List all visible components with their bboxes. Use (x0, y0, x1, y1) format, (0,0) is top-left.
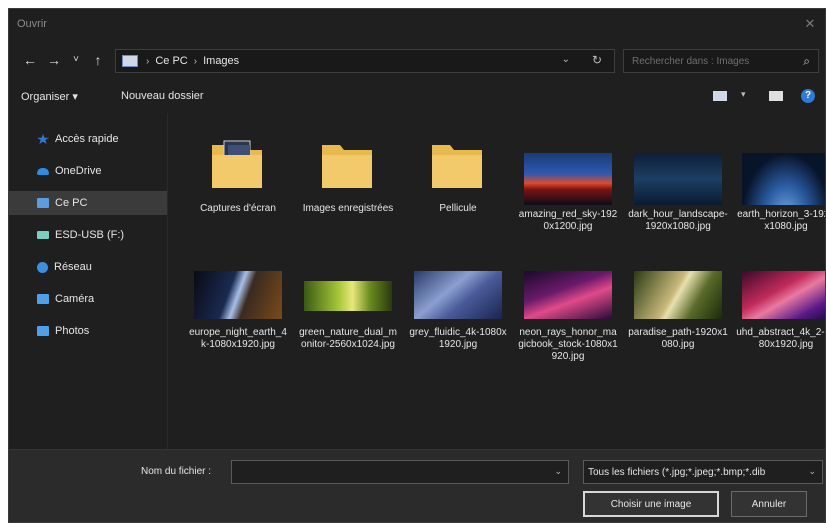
title-bar: Ouvrir ✕ (9, 9, 825, 39)
sidebar-item-camera[interactable]: Caméra (9, 287, 167, 311)
sidebar-item-label: Photos (55, 325, 90, 337)
file-type-dropdown-icon[interactable]: ⌄ (808, 466, 816, 477)
address-dropdown-icon[interactable]: ⌄ (562, 54, 570, 65)
image-thumbnail (524, 271, 612, 319)
back-arrow-icon[interactable]: ← (21, 51, 39, 69)
file-item-dark-hour-landscape[interactable]: dark_hour_landscape-1920x1080.jpg (628, 143, 728, 251)
file-item-grey-fluidic[interactable]: grey_fluidic_4k-1080x1920.jpg (408, 265, 508, 373)
search-box[interactable]: ⌕ (623, 49, 819, 73)
filename-input[interactable] (232, 461, 532, 483)
sidebar-item-acces-rapide[interactable]: Accès rapide (9, 127, 167, 151)
file-item-label: Captures d'écran (200, 203, 276, 214)
file-item-captures-ecran[interactable]: Captures d'écran (188, 127, 288, 235)
file-item-paradise-path[interactable]: paradise_path-1920x1080.jpg (628, 265, 728, 373)
file-item-pellicule[interactable]: Pellicule (408, 127, 508, 235)
help-icon[interactable]: ? (801, 89, 815, 103)
file-item-uhd-abstract[interactable]: uhd_abstract_4k_2-1080x1920.jpg (736, 265, 826, 373)
sidebar-item-esd-usb[interactable]: ESD-USB (F:) (9, 223, 167, 247)
breadcrumb-separator: › (193, 55, 198, 67)
file-item-label: earth_horizon_3-1920x1080.jpg (737, 209, 826, 232)
organize-menu-button[interactable]: Organiser ▾ (21, 90, 78, 103)
breadcrumb-separator: › (146, 55, 150, 67)
sidebar-item-label: Réseau (54, 261, 92, 273)
computer-icon (37, 198, 49, 208)
star-icon (37, 134, 49, 144)
cancel-button[interactable]: Annuler (731, 491, 807, 517)
file-item-label: neon_rays_honor_magicbook_stock-1080x192… (518, 327, 618, 362)
image-thumbnail (194, 271, 282, 319)
image-thumbnail (634, 271, 722, 319)
forward-arrow-icon[interactable]: → (45, 51, 63, 69)
sidebar-item-reseau[interactable]: Réseau (9, 255, 167, 279)
file-list: Captures d'écran Images enregistrées Pel… (174, 119, 826, 449)
file-item-earth-horizon[interactable]: earth_horizon_3-1920x1080.jpg (736, 143, 826, 251)
folder-icon (212, 140, 262, 188)
file-item-label: green_nature_dual_monitor-2560x1024.jpg (299, 327, 397, 350)
open-file-dialog: Ouvrir ✕ ← → ˅ ↑ › Ce PC › Images ⌄ ↻ ⌕ … (8, 8, 826, 523)
refresh-icon[interactable]: ↻ (592, 53, 602, 67)
folder-icon (432, 145, 482, 188)
photos-folder-icon (37, 326, 49, 336)
camera-folder-icon (37, 294, 49, 304)
file-item-label: Images enregistrées (302, 203, 394, 214)
image-thumbnail (304, 281, 392, 311)
network-icon (37, 261, 48, 273)
file-item-label: uhd_abstract_4k_2-1080x1920.jpg (736, 327, 826, 350)
sidebar-item-label: Caméra (55, 293, 95, 305)
file-item-neon-rays[interactable]: neon_rays_honor_magicbook_stock-1080x192… (518, 265, 618, 373)
navigation-pane: Accès rapide OneDrive Ce PC ESD-USB (F:)… (9, 119, 167, 449)
breadcrumb-ce-pc[interactable]: Ce PC (155, 55, 187, 67)
filename-label: Nom du fichier : (141, 466, 212, 477)
file-item-label: europe_night_earth_4k-1080x1920.jpg (189, 327, 287, 350)
sidebar-item-photos[interactable]: Photos (9, 319, 167, 343)
sidebar-item-label: Accès rapide (55, 133, 119, 145)
sidebar-item-label: ESD-USB (F:) (55, 229, 125, 241)
preview-pane-icon[interactable] (769, 91, 783, 101)
pane-divider (167, 113, 168, 451)
image-thumbnail (524, 153, 612, 205)
new-folder-button[interactable]: Nouveau dossier (121, 90, 204, 102)
image-thumbnail (414, 271, 502, 319)
sidebar-item-label: Ce PC (55, 197, 88, 209)
file-type-filter-select[interactable]: Tous les fichiers (*.jpg;*.jpeg;*.bmp;*.… (583, 460, 823, 484)
recent-locations-chevron-icon[interactable]: ˅ (67, 51, 85, 69)
image-thumbnail (634, 153, 722, 205)
navigation-bar: ← → ˅ ↑ › Ce PC › Images ⌄ ↻ ⌕ (9, 45, 825, 75)
file-item-green-nature[interactable]: green_nature_dual_monitor-2560x1024.jpg (298, 265, 398, 373)
up-arrow-icon[interactable]: ↑ (89, 51, 107, 69)
file-item-label: Pellicule (439, 203, 477, 214)
file-item-label: grey_fluidic_4k-1080x1920.jpg (409, 327, 507, 350)
command-bar: Organiser ▾ Nouveau dossier ▾ ? (9, 83, 825, 109)
breadcrumb-images[interactable]: Images (203, 55, 239, 67)
usb-drive-icon (37, 231, 49, 239)
cloud-icon (37, 167, 49, 175)
search-icon[interactable]: ⌕ (803, 54, 810, 69)
file-type-filter-value: Tous les fichiers (*.jpg;*.jpeg;*.bmp;*.… (588, 466, 766, 478)
sidebar-item-ce-pc[interactable]: Ce PC (9, 191, 167, 215)
open-image-button[interactable]: Choisir une image (583, 491, 719, 517)
dialog-footer: Nom du fichier : ⌄ Tous les fichiers (*.… (9, 449, 825, 522)
sidebar-item-label: OneDrive (55, 165, 102, 177)
file-item-label: amazing_red_sky-1920x1200.jpg (518, 209, 618, 232)
sidebar-item-onedrive[interactable]: OneDrive (9, 159, 167, 183)
image-thumbnail (742, 271, 825, 319)
filename-dropdown-icon[interactable]: ⌄ (554, 466, 562, 477)
search-input[interactable] (632, 55, 792, 67)
image-thumbnail (742, 153, 825, 205)
window-title: Ouvrir (17, 18, 47, 30)
file-item-label: dark_hour_landscape-1920x1080.jpg (628, 209, 728, 232)
address-bar[interactable]: › Ce PC › Images ⌄ ↻ (115, 49, 615, 73)
file-item-amazing-red-sky[interactable]: amazing_red_sky-1920x1200.jpg (518, 143, 618, 251)
file-item-images-enregistrees[interactable]: Images enregistrées (298, 127, 398, 235)
view-options-icon[interactable] (713, 91, 727, 101)
view-dropdown-chevron-icon[interactable]: ▾ (741, 89, 746, 100)
folder-icon (322, 145, 372, 188)
file-item-label: paradise_path-1920x1080.jpg (628, 327, 728, 350)
close-icon[interactable]: ✕ (801, 15, 819, 33)
file-item-europe-night-earth[interactable]: europe_night_earth_4k-1080x1920.jpg (188, 265, 288, 373)
computer-icon (122, 55, 138, 67)
filename-combobox[interactable]: ⌄ (231, 460, 569, 484)
